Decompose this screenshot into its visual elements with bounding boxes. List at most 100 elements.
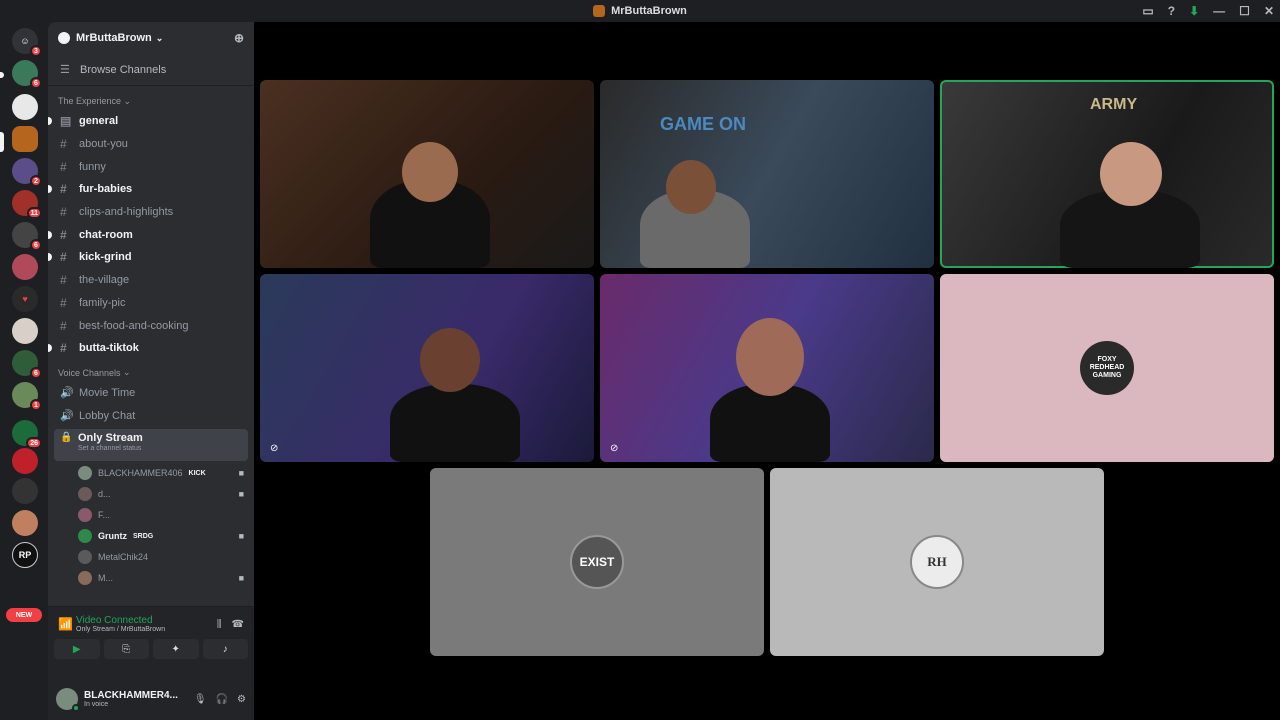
channel-item[interactable]: # the-village (48, 269, 254, 292)
voice-user-name: Gruntz (98, 531, 127, 542)
category-header[interactable]: Voice Channels ⌄ (48, 364, 254, 382)
voice-channel-active[interactable]: 🔒 Only Stream Set a channel status (54, 428, 248, 461)
signal-icon[interactable]: 📶 (58, 617, 76, 631)
voice-user-name: BLACKHAMMER406 (98, 468, 183, 479)
inbox-icon[interactable]: ▭ (1142, 4, 1153, 18)
voice-channel-item[interactable]: 🔊 Lobby Chat (48, 404, 254, 427)
voice-user[interactable]: MetalChik24 (48, 547, 254, 568)
channel-item[interactable]: # fur-babies (48, 178, 254, 201)
channel-item[interactable]: # family-pic (48, 292, 254, 315)
headphones-icon[interactable]: 🎧 (216, 694, 228, 705)
add-user-icon[interactable]: ⊕ (234, 31, 244, 45)
settings-gear-icon[interactable]: ⚙ (237, 694, 246, 705)
server-header[interactable]: MrButtaBrown ⌄ ⊕ (48, 22, 254, 54)
home-icon[interactable]: ☺ 3 (12, 28, 42, 57)
server-icon-active[interactable] (12, 126, 38, 152)
video-tile[interactable]: GAME ON (600, 80, 934, 268)
user-tag: SRDG (133, 532, 154, 540)
minimize-icon[interactable]: — (1213, 4, 1225, 18)
unread-dot (48, 185, 52, 194)
status-indicator (72, 704, 80, 712)
channel-status[interactable]: Set a channel status (78, 445, 242, 452)
microphone-icon[interactable]: 🎙 (194, 694, 207, 705)
voice-user[interactable]: F... (48, 505, 254, 526)
channel-item[interactable]: ▤ general (48, 110, 254, 133)
video-tile[interactable]: ⊘ (600, 274, 934, 462)
server-icon[interactable]: 1 (12, 382, 42, 411)
video-tile[interactable]: ⊘ (260, 274, 594, 462)
avatar[interactable] (56, 688, 80, 712)
close-icon[interactable]: ✕ (1264, 4, 1274, 18)
server-icon[interactable]: 11 (12, 190, 42, 219)
channel-item[interactable]: # butta-tiktok (48, 337, 254, 360)
selected-pip (0, 132, 4, 152)
channel-item[interactable]: # about-you (48, 133, 254, 156)
participant-head (666, 160, 716, 214)
flag-text: ARMY (1090, 96, 1138, 113)
soundboard-button[interactable]: ♪ (202, 639, 248, 659)
avatar: EXIST (570, 535, 624, 589)
hash-icon: # (60, 159, 67, 174)
server-icon[interactable]: 6 (12, 222, 42, 251)
avatar-tile[interactable]: FOXY REDHEAD GAMING (940, 274, 1274, 462)
video-tile[interactable] (260, 80, 594, 268)
server-icon[interactable]: ♥ (12, 286, 38, 312)
server-icon[interactable]: 26 (12, 420, 42, 449)
avatar: RH (910, 535, 964, 589)
channel-label: fur-babies (79, 183, 133, 196)
voice-user[interactable]: M... ■ (48, 568, 254, 589)
voice-user[interactable]: Gruntz SRDG ■ (48, 526, 254, 547)
category-label: The Experience (58, 96, 122, 106)
browse-label: Browse Channels (80, 63, 167, 76)
voice-user[interactable]: BLACKHAMMER406 KICK ■ (48, 463, 254, 484)
maximize-icon[interactable]: ☐ (1239, 4, 1250, 18)
channel-item[interactable]: # clips-and-highlights (48, 201, 254, 224)
server-icon[interactable]: RP (12, 542, 38, 568)
speaker-icon: 🔊 (60, 410, 74, 423)
unread-dot (48, 344, 52, 353)
channel-label: about-you (79, 138, 128, 151)
help-icon[interactable]: ? (1168, 4, 1175, 18)
screenshare-button[interactable]: ⎘ (103, 639, 149, 659)
channel-item[interactable]: # kick-grind (48, 246, 254, 269)
activity-button[interactable]: ✦ (153, 639, 199, 659)
camera-button[interactable]: ▶ (54, 639, 100, 659)
voice-channel-item[interactable]: 🔊 Movie Time (48, 382, 254, 405)
channel-label: clips-and-highlights (79, 206, 174, 219)
channel-item[interactable]: # funny (48, 155, 254, 178)
channel-item[interactable]: # best-food-and-cooking (48, 314, 254, 337)
server-icon[interactable] (12, 510, 38, 536)
hash-icon: # (60, 137, 67, 152)
video-tile-speaking[interactable]: ARMY (940, 80, 1274, 268)
server-icon[interactable] (12, 254, 38, 280)
browse-channels[interactable]: ☰ Browse Channels (48, 54, 254, 86)
server-icon[interactable]: 2 (12, 158, 42, 187)
noise-suppression-icon[interactable]: ⫼ (217, 619, 222, 630)
category-header[interactable]: The Experience ⌄ (48, 92, 254, 110)
server-icon[interactable]: 6 (12, 350, 42, 379)
connection-location[interactable]: Only Stream / MrButtaBrown (76, 626, 165, 633)
hash-icon: # (60, 341, 67, 356)
hash-icon: # (60, 205, 67, 220)
video-camera-icon: ■ (238, 573, 244, 584)
server-badge: 6 (30, 77, 42, 89)
server-icon[interactable] (12, 318, 38, 344)
server-icon[interactable] (12, 478, 38, 504)
avatar-tile[interactable]: RH (770, 468, 1104, 656)
voice-panel: 📶 Video Connected Only Stream / MrButtaB… (48, 606, 254, 678)
voice-user[interactable]: d... ■ (48, 484, 254, 505)
server-icon[interactable] (12, 94, 38, 120)
avatar-tile[interactable]: EXIST (430, 468, 764, 656)
channel-item[interactable]: # chat-room (48, 223, 254, 246)
muted-icon: ⊘ (610, 443, 619, 454)
list-icon: ☰ (60, 64, 70, 76)
user-name: BLACKHAMMER4... (84, 690, 178, 701)
server-icon[interactable]: 6 (12, 60, 42, 89)
server-icon[interactable] (12, 448, 38, 474)
unread-dot (48, 230, 52, 239)
disconnect-icon[interactable]: ☎ (232, 619, 244, 630)
download-icon[interactable]: ⬇ (1189, 4, 1199, 18)
voice-user-name: M... (98, 573, 113, 584)
hash-icon: # (60, 250, 67, 265)
voice-user-name: d... (98, 489, 111, 500)
